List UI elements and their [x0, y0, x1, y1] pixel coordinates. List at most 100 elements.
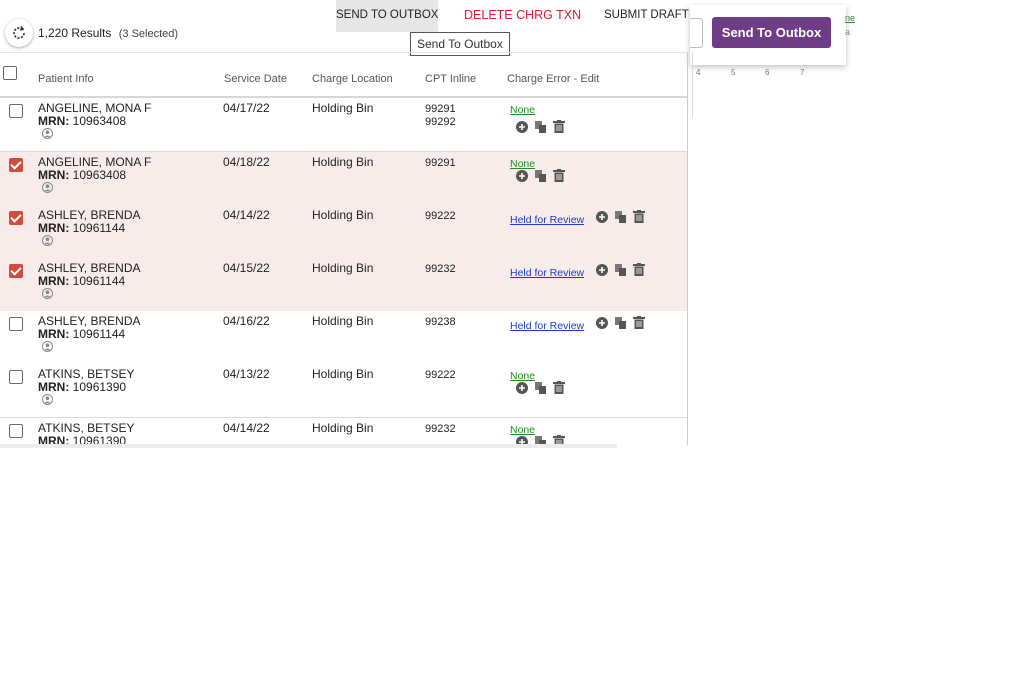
- row-checkbox[interactable]: [9, 104, 23, 118]
- copy-icon[interactable]: [535, 120, 546, 133]
- cpt-codes: 99222: [425, 369, 456, 382]
- column-header-patient-info[interactable]: Patient Info: [38, 73, 94, 85]
- copy-icon[interactable]: [535, 381, 546, 394]
- add-icon[interactable]: [516, 381, 528, 394]
- outbox-input[interactable]: [690, 18, 703, 48]
- background-tick: 6: [765, 68, 770, 77]
- trash-icon[interactable]: [633, 210, 645, 223]
- add-icon[interactable]: [596, 210, 608, 223]
- mrn-value: 10963408: [72, 114, 127, 128]
- service-date: 04/13/22: [223, 367, 270, 381]
- person-icon[interactable]: [42, 341, 53, 352]
- submit-draft-action[interactable]: SUBMIT DRAFT: [604, 0, 689, 32]
- row-checkbox[interactable]: [9, 424, 23, 438]
- patient-mrn: MRN: 10963408: [38, 168, 126, 182]
- copy-icon[interactable]: [535, 169, 546, 182]
- background-tick: 5: [731, 68, 736, 77]
- copy-icon[interactable]: [615, 210, 626, 223]
- background-partial-text: a: [845, 27, 851, 37]
- cpt-codes: 99232: [425, 263, 456, 276]
- person-icon[interactable]: [42, 235, 53, 246]
- person-icon[interactable]: [42, 288, 53, 299]
- trash-icon[interactable]: [553, 120, 565, 133]
- delete-charge-txn-action[interactable]: DELETE CHRG TXN: [464, 0, 581, 32]
- charge-error-link[interactable]: Held for Review: [510, 214, 584, 226]
- row-actions: [596, 210, 645, 223]
- cpt-code: 99222: [425, 210, 456, 222]
- add-icon[interactable]: [596, 316, 608, 329]
- row-actions: [516, 120, 565, 133]
- patient-mrn: MRN: 10961144: [38, 221, 125, 235]
- column-header-cpt-inline[interactable]: CPT Inline: [425, 73, 476, 85]
- person-icon[interactable]: [42, 182, 53, 193]
- divider: [692, 52, 693, 118]
- table-row[interactable]: ATKINS, BETSEY MRN: 10961390 04/13/22 Ho…: [0, 364, 687, 418]
- add-icon[interactable]: [516, 169, 528, 182]
- mrn-label: MRN:: [38, 274, 70, 288]
- person-icon[interactable]: [42, 128, 53, 139]
- mrn-value: 10963408: [72, 168, 127, 182]
- charges-table: Patient Info Service Date Charge Locatio…: [0, 52, 688, 445]
- row-checkbox[interactable]: [9, 370, 23, 384]
- table-row[interactable]: ASHLEY, BRENDA MRN: 10961144 04/16/22 Ho…: [0, 311, 687, 365]
- cpt-codes: 99222: [425, 210, 456, 223]
- add-icon[interactable]: [596, 263, 608, 276]
- mrn-value: 10961144: [72, 274, 126, 288]
- select-all-checkbox[interactable]: [3, 66, 17, 80]
- cpt-codes: 99291 99292: [425, 103, 456, 129]
- service-date: 04/16/22: [223, 314, 270, 328]
- add-icon[interactable]: [516, 120, 528, 133]
- service-date: 04/15/22: [223, 261, 270, 275]
- selected-count: (3 Selected): [118, 28, 179, 40]
- table-row[interactable]: ATKINS, BETSEY MRN: 10961390 04/14/22 Ho…: [0, 418, 687, 445]
- mrn-label: MRN:: [38, 168, 70, 182]
- results-count: 1,220 Results: [38, 26, 112, 40]
- patient-name: ASHLEY, BRENDA: [38, 314, 141, 328]
- cpt-code: 99222: [425, 369, 456, 381]
- charge-error-link[interactable]: Held for Review: [510, 320, 584, 332]
- column-header-service-date[interactable]: Service Date: [224, 73, 287, 85]
- table-row[interactable]: ANGELINE, MONA F MRN: 10963408 04/17/22 …: [0, 98, 687, 152]
- service-date: 04/17/22: [223, 101, 270, 115]
- refresh-icon: [13, 26, 25, 39]
- trash-icon[interactable]: [633, 316, 645, 329]
- row-checkbox[interactable]: [9, 317, 23, 331]
- person-icon[interactable]: [42, 394, 53, 405]
- cpt-code: 99292: [425, 116, 456, 128]
- charge-location: Holding Bin: [312, 155, 374, 169]
- charge-error-link[interactable]: Held for Review: [510, 267, 584, 279]
- row-checkbox[interactable]: [9, 211, 23, 225]
- column-header-charge-error[interactable]: Charge Error - Edit: [507, 73, 599, 85]
- row-checkbox[interactable]: [9, 158, 23, 172]
- horizontal-scrollbar[interactable]: [0, 444, 617, 448]
- mrn-label: MRN:: [38, 327, 70, 341]
- mrn-value: 10961144: [72, 221, 126, 235]
- patient-name: ATKINS, BETSEY: [38, 421, 135, 435]
- patient-name: ANGELINE, MONA F: [38, 101, 152, 115]
- column-header-charge-location[interactable]: Charge Location: [312, 73, 393, 85]
- trash-icon[interactable]: [553, 381, 565, 394]
- background-tick: 4: [696, 68, 701, 77]
- charge-location: Holding Bin: [312, 261, 374, 275]
- table-row[interactable]: ASHLEY, BRENDA MRN: 10961144 04/14/22 Ho…: [0, 205, 687, 259]
- table-header: Patient Info Service Date Charge Locatio…: [0, 53, 687, 99]
- patient-name: ASHLEY, BRENDA: [38, 261, 141, 275]
- copy-icon[interactable]: [615, 263, 626, 276]
- copy-icon[interactable]: [615, 316, 626, 329]
- service-date: 04/14/22: [223, 208, 270, 222]
- mrn-label: MRN:: [38, 221, 70, 235]
- mrn-label: MRN:: [38, 114, 70, 128]
- trash-icon[interactable]: [633, 263, 645, 276]
- send-to-outbox-action[interactable]: SEND TO OUTBOX: [336, 0, 438, 32]
- mrn-value: 10961144: [72, 327, 126, 341]
- table-row[interactable]: ASHLEY, BRENDA MRN: 10961144 04/15/22 Ho…: [0, 258, 687, 312]
- charge-error-link[interactable]: None: [510, 104, 535, 116]
- send-to-outbox-button[interactable]: Send To Outbox: [712, 17, 831, 48]
- row-checkbox[interactable]: [9, 264, 23, 278]
- charge-location: Holding Bin: [312, 367, 374, 381]
- patient-mrn: MRN: 10961390: [38, 380, 126, 394]
- table-row[interactable]: ANGELINE, MONA F MRN: 10963408 04/18/22 …: [0, 152, 687, 206]
- cpt-code: 99291: [425, 103, 456, 115]
- trash-icon[interactable]: [553, 169, 565, 182]
- refresh-button[interactable]: [5, 19, 33, 47]
